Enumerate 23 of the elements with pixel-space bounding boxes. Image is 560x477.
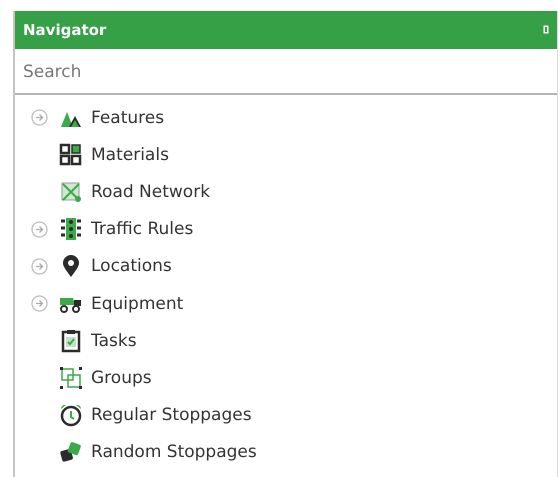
tree-item[interactable]: Equipment bbox=[91, 294, 184, 314]
tree-item[interactable]: Features bbox=[91, 108, 164, 128]
alarm-clock-icon bbox=[59, 403, 83, 428]
group-icon bbox=[59, 366, 83, 390]
expand-icon[interactable] bbox=[30, 258, 48, 275]
grid-icon bbox=[59, 142, 83, 167]
tree-item[interactable]: Tasks bbox=[91, 330, 137, 351]
traffic-light-icon bbox=[59, 217, 83, 242]
pin-icon[interactable] bbox=[543, 25, 549, 35]
tree-item[interactable]: Materials bbox=[91, 144, 169, 165]
clipboard-icon bbox=[59, 328, 83, 353]
tree-item[interactable]: Groups bbox=[91, 368, 152, 388]
tree-item[interactable]: Random Stoppages bbox=[91, 442, 257, 462]
expand-icon[interactable] bbox=[30, 109, 48, 126]
network-icon bbox=[59, 180, 83, 204]
expand-icon[interactable] bbox=[30, 220, 48, 238]
tree-item[interactable]: Regular Stoppages bbox=[91, 405, 252, 426]
dice-icon bbox=[59, 440, 83, 464]
tree-item[interactable]: Locations bbox=[91, 256, 172, 276]
expand-icon[interactable] bbox=[30, 295, 48, 312]
panel-title: Navigator bbox=[23, 21, 106, 39]
tree-item[interactable]: Road Network bbox=[91, 182, 210, 202]
tree-item[interactable]: Traffic Rules bbox=[91, 219, 194, 240]
